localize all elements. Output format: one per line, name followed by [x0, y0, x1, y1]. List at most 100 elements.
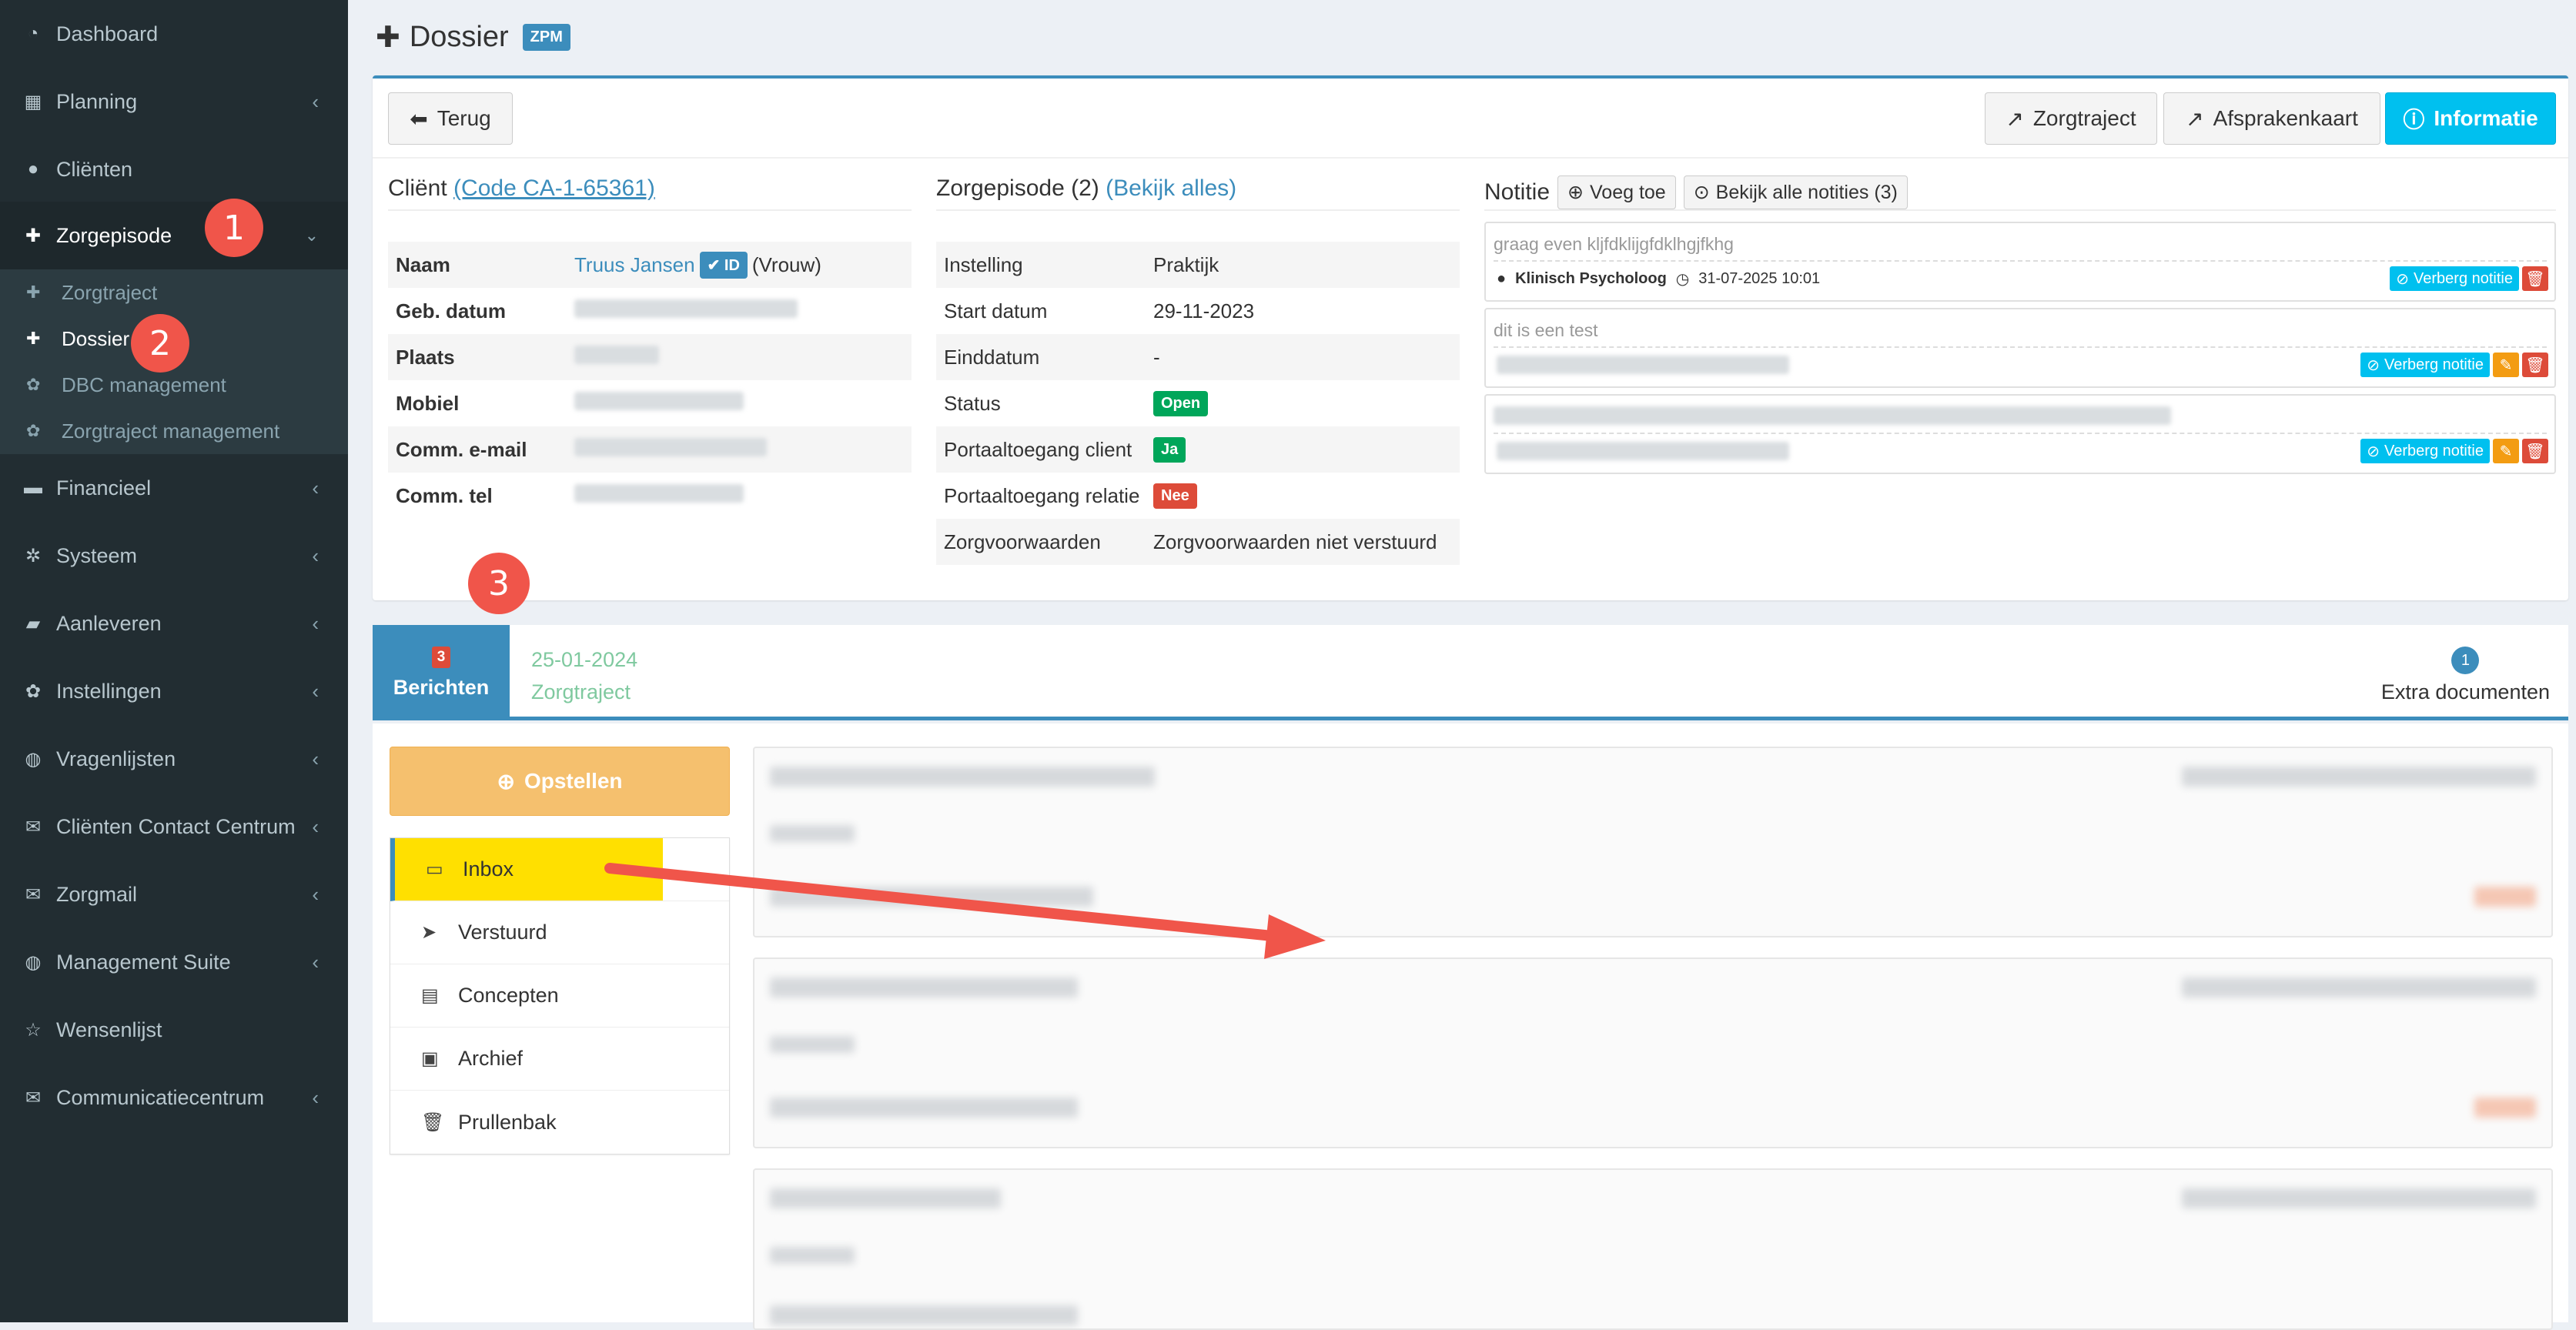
note-date: 31-07-2025 10:01 [1698, 270, 1821, 287]
envelope-icon: ✉ [25, 1087, 42, 1108]
blurred-date [2182, 977, 2536, 998]
submenu-item-zorgtraject[interactable]: ✚ Zorgtraject [0, 270, 348, 315]
folder-verstuurd[interactable]: ➤ Verstuurd [390, 901, 729, 964]
client-code-link[interactable]: (Code CA-1-65361) [453, 175, 655, 201]
delete-note-button[interactable]: 🗑 [2522, 353, 2548, 377]
row-key: Naam [396, 252, 450, 276]
row-key: Zorgvoorwaarden [944, 530, 1101, 553]
afsprakenkaart-button[interactable]: ↗ Afsprakenkaart [2163, 92, 2380, 145]
id-badge-label: ID [724, 256, 740, 274]
episode-title: Zorgepisode (2) [936, 175, 1099, 201]
zorgtraject-button[interactable]: ↗ Zorgtraject [1985, 92, 2157, 145]
truck-icon: ▰ [25, 613, 41, 634]
delete-note-button[interactable]: 🗑 [2522, 266, 2548, 291]
documents-count-badge: 1 [2451, 647, 2480, 674]
note-item: dit is een test ⊘ Verberg notitie ✎ 🗑 [1484, 308, 2556, 388]
note-item: ⊘ Verberg notitie ✎ 🗑 [1484, 394, 2556, 474]
note-text: dit is een test [1494, 320, 1598, 340]
divider [388, 209, 912, 211]
chevron-left-icon: ‹ [312, 543, 319, 567]
message-item[interactable] [753, 957, 2553, 1148]
sidebar-item-label: Dashboard [56, 22, 159, 45]
tab-berichten[interactable]: 3 Berichten [373, 625, 510, 720]
sidebar-item-label: Management Suite [56, 950, 231, 974]
blurred-actions [2474, 1098, 2536, 1118]
view-all-notes-button[interactable]: ⊙ Bekijk alle notities (3) [1683, 175, 1908, 209]
chevron-left-icon: ‹ [312, 89, 319, 113]
sidebar-item-label: Planning [56, 89, 138, 113]
add-note-button[interactable]: ⊕ Voeg toe [1557, 175, 1676, 209]
notes-heading: Notitie ⊕ Voeg toe ⊙ Bekijk alle notities … [1484, 175, 1908, 209]
chevron-left-icon: ‹ [312, 611, 319, 635]
folder-inbox[interactable]: ▭ Inbox [390, 838, 729, 901]
sidebar-item-financieel[interactable]: ▬ Financieel ‹ [0, 454, 348, 522]
hide-note-button[interactable]: ⊘ Verberg notitie [2360, 353, 2490, 377]
blurred-value [574, 345, 659, 364]
sidebar-item-zorgepisode[interactable]: ✚ Zorgepisode ⌄ [0, 202, 348, 269]
sidebar-item-management-suite[interactable]: ◍ Management Suite ‹ [0, 928, 348, 996]
sidebar-item-systeem[interactable]: ✲ Systeem ‹ [0, 522, 348, 590]
table-row: Start datum 29-11-2023 [936, 288, 1460, 334]
edit-note-button[interactable]: ✎ [2493, 439, 2519, 463]
portal-client-badge: Ja [1153, 436, 1186, 463]
blurred-value [1497, 442, 1789, 460]
id-badge[interactable]: ✔ ID [699, 251, 748, 279]
table-row: Comm. e-mail [388, 426, 912, 473]
message-item[interactable] [753, 747, 2553, 937]
sidebar-item-clienten[interactable]: ● Cliënten [0, 135, 348, 203]
episode-view-all-link[interactable]: (Bekijk alles) [1106, 175, 1236, 201]
hide-note-button[interactable]: ⊘ Verberg notitie [2360, 439, 2490, 463]
submenu-item-label: Zorgtraject management [62, 419, 280, 443]
blurred-date [2182, 1188, 2536, 1208]
hide-note-button[interactable]: ⊘ Verberg notitie [2390, 266, 2519, 291]
note-text: graag even kljfdklijgfdklhgjfkhg [1494, 234, 1734, 254]
submenu-item-dbc-management[interactable]: ✿ DBC management [0, 363, 348, 407]
folder-archief[interactable]: ▣ Archief [390, 1028, 729, 1091]
sidebar-item-aanleveren[interactable]: ▰ Aanleveren ‹ [0, 590, 348, 657]
divider [1484, 209, 2556, 211]
trash-icon: 🗑 [2525, 356, 2545, 374]
client-name-link[interactable]: Truus Jansen [574, 253, 695, 277]
cogs-icon: ✲ [25, 545, 42, 566]
divider [373, 157, 2568, 159]
folder-prullenbak[interactable]: 🗑 Prullenbak [390, 1091, 729, 1154]
user-icon: ● [27, 159, 39, 179]
message-item[interactable] [753, 1168, 2553, 1330]
compose-button[interactable]: ⊕ Opstellen [390, 747, 730, 816]
sidebar-item-zorgmail[interactable]: ✉ Zorgmail ‹ [0, 860, 348, 928]
row-key: Portaaltoegang relatie [944, 483, 1140, 507]
delete-note-button[interactable]: 🗑 [2522, 439, 2548, 463]
informatie-button[interactable]: ⓘ Informatie [2385, 92, 2556, 145]
sidebar-item-label: Cliënten Contact Centrum [56, 814, 296, 838]
medkit-icon: ✚ [26, 282, 41, 302]
folder-concepten[interactable]: ▤ Concepten [390, 964, 729, 1028]
zpm-badge: ZPM [522, 24, 570, 51]
submenu-item-label: Dossier [62, 326, 130, 350]
tab-bar: 3 Berichten 25-01-2024 Zorgtraject 1 Extra … [373, 625, 2568, 720]
tab-extra-documenten[interactable]: 1 Extra documenten [2381, 647, 2550, 704]
sidebar-item-label: Aanleveren [56, 611, 162, 635]
edit-note-button[interactable]: ✎ [2493, 353, 2519, 377]
sidebar-item-instellingen[interactable]: ✿ Instellingen ‹ [0, 657, 348, 725]
globe-icon: ◍ [25, 951, 42, 973]
add-note-label: Voeg toe [1590, 181, 1666, 203]
sidebar-item-communicatiecentrum[interactable]: ✉ Communicatiecentrum ‹ [0, 1064, 348, 1131]
back-button[interactable]: ⬅ Terug [388, 92, 513, 145]
sidebar-item-wensenlijst[interactable]: ☆ Wensenlijst [0, 996, 348, 1064]
sidebar-item-dashboard[interactable]: ◔ Dashboard [0, 0, 348, 68]
row-key: Portaaltoegang client [944, 437, 1132, 461]
tab-zorgtraject[interactable]: 25-01-2024 Zorgtraject [531, 643, 637, 708]
note-meta [1497, 356, 1789, 374]
page-title: ✚ Dossier ZPM [376, 20, 570, 55]
sidebar-item-clienten-contact-centrum[interactable]: ✉ Cliënten Contact Centrum ‹ [0, 793, 348, 860]
submenu-item-zorgtraject-management[interactable]: ✿ Zorgtraject management [0, 409, 348, 453]
folder-label: Prullenbak [458, 1110, 557, 1134]
sidebar-item-label: Financieel [56, 476, 152, 500]
sidebar-item-planning[interactable]: ▦ Planning ‹ [0, 68, 348, 135]
sidebar-item-vragenlijsten[interactable]: ◍ Vragenlijsten ‹ [0, 725, 348, 793]
arrow-left-icon: ⬅ [410, 106, 428, 131]
hide-note-label: Verberg notitie [2384, 356, 2484, 373]
trash-icon: 🗑 [2525, 270, 2545, 288]
blurred-date [2182, 767, 2536, 787]
clock-icon: ◷ [1675, 271, 1690, 288]
